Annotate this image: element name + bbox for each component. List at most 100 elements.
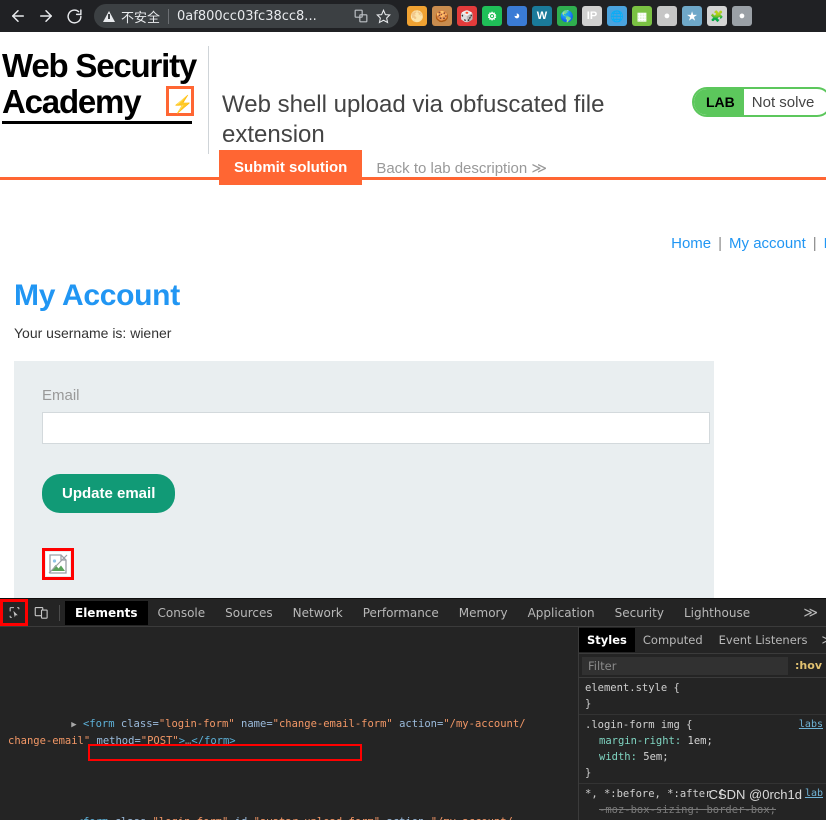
lab-header: Web Security Academy Web shell upload vi…: [0, 32, 826, 185]
style-rule[interactable]: element.style {}: [579, 678, 826, 715]
lab-title: Web shell upload via obfuscated file ext…: [222, 91, 605, 149]
style-source-link[interactable]: labs: [799, 717, 823, 733]
username-line: Your username is: wiener: [14, 325, 172, 341]
back-to-lab-description-link[interactable]: Back to lab description ≫: [376, 159, 547, 177]
extension-wappalyzer[interactable]: W: [532, 6, 552, 26]
extension-gray-shield[interactable]: ●: [657, 6, 677, 26]
lightning-bolt-icon: [166, 86, 194, 123]
email-label: Email: [42, 387, 80, 404]
translate-icon[interactable]: [352, 7, 370, 25]
styles-tab-event-listeners[interactable]: Event Listeners: [711, 628, 816, 652]
site-navigation: Home|My account|L: [667, 235, 826, 252]
extension-puzzle[interactable]: 🧩: [707, 6, 727, 26]
style-property-value: 1em;: [687, 735, 713, 747]
devtools-tab-memory[interactable]: Memory: [449, 601, 518, 625]
extension-star-box[interactable]: ★: [682, 6, 702, 26]
nav-link-home[interactable]: Home: [667, 235, 715, 252]
web-security-academy-logo[interactable]: Web Security Academy: [2, 48, 198, 124]
nav-separator-1: |: [718, 235, 723, 252]
extension-blue-globe[interactable]: 🌐: [607, 6, 627, 26]
styles-tab-computed[interactable]: Computed: [635, 628, 711, 652]
style-property-name: -moz-box-sizing:: [599, 804, 707, 816]
email-field[interactable]: [42, 412, 710, 444]
style-rule-selector: .login-form img {: [585, 719, 693, 731]
extension-green-gear[interactable]: ⚙: [482, 6, 502, 26]
devtools-tab-list: Elements Console Sources Network Performance…: [65, 600, 795, 625]
forward-arrow-icon[interactable]: [32, 2, 60, 30]
style-rule-selector: *, *:before, *:after {: [585, 788, 725, 800]
devtools-tab-network[interactable]: Network: [283, 601, 353, 625]
styles-filter-input[interactable]: Filter: [582, 656, 789, 675]
style-declaration[interactable]: width: 5em;: [585, 749, 826, 765]
more-tabs-icon[interactable]: ≫: [795, 605, 826, 621]
devtools-tab-elements[interactable]: Elements: [65, 600, 148, 625]
style-property-name: margin-right:: [599, 735, 688, 747]
devtools-toolbar: Elements Console Sources Network Performance…: [0, 599, 826, 627]
star-icon[interactable]: [374, 7, 392, 25]
not-secure-warning-icon: [103, 10, 115, 22]
devtools-tab-sources[interactable]: Sources: [215, 601, 282, 625]
extension-blue-circle[interactable]: ◕: [507, 6, 527, 26]
lab-action-row: Submit solution Back to lab description …: [219, 150, 547, 185]
nav-link-my-account[interactable]: My account: [725, 235, 810, 252]
styles-more-tabs-icon[interactable]: ≫: [816, 633, 826, 648]
update-email-button[interactable]: Update email: [42, 474, 176, 513]
extension-cookie[interactable]: 🍪: [432, 6, 452, 26]
header-divider: [208, 46, 209, 154]
reload-icon[interactable]: [60, 2, 88, 30]
style-property-name: width:: [599, 751, 644, 763]
lab-status-badge: LAB Not solve: [692, 87, 826, 117]
devtools-panel: Elements Console Sources Network Performance…: [0, 598, 826, 820]
styles-filter-bar: Filter :hov: [579, 654, 826, 678]
extensions-strip: 🌕 🍪 🎲 ⚙ ◕ W 🌎 IP 🌐 ▦ ● ★ 🧩 ●: [407, 6, 822, 26]
elements-dom-tree[interactable]: <p>Your username is: wiener</p> ▶ <form …: [0, 627, 578, 820]
page-title: My Account: [14, 279, 180, 312]
browser-toolbar: 不安全 0af800cc03fc38cc8... 🌕 🍪 🎲 ⚙ ◕ W 🌎 IP 🌐 ▦ ● ★ 🧩 ●: [0, 0, 826, 32]
extension-person[interactable]: ●: [732, 6, 752, 26]
styles-rules-list: element.style {} .login-form img {labs mar…: [579, 678, 826, 820]
style-property-value: border-box;: [706, 804, 777, 816]
toolbar-separator: [59, 604, 60, 621]
devtools-tab-console[interactable]: Console: [148, 601, 216, 625]
extension-red-dice[interactable]: 🎲: [457, 6, 477, 26]
extension-green-globe[interactable]: 🌎: [557, 6, 577, 26]
style-rule-close: }: [585, 698, 592, 710]
dom-line-avatar-upload-form[interactable]: ▼<form class="login-form" id="avatar-upl…: [0, 798, 578, 820]
styles-tab-styles[interactable]: Styles: [579, 628, 635, 652]
dom-line-change-email-form[interactable]: ▶ <form class="login-form" name="change-…: [0, 700, 578, 766]
style-rule-close: }: [585, 767, 592, 779]
logo-line-1: Web Security: [2, 47, 197, 84]
style-rule[interactable]: *, *:before, *:after {lab -moz-box-sizing…: [579, 784, 826, 820]
devtools-tab-performance[interactable]: Performance: [353, 601, 449, 625]
logo-line-2: Academy: [2, 83, 142, 120]
style-declaration[interactable]: -moz-box-sizing: border-box;: [585, 802, 826, 818]
extension-ip-lookup[interactable]: IP: [582, 6, 602, 26]
devtools-body: <p>Your username is: wiener</p> ▶ <form …: [0, 627, 826, 820]
hover-state-toggle[interactable]: :hov: [791, 659, 826, 672]
avatar-image-highlight: [42, 548, 74, 580]
device-toolbar-icon[interactable]: [28, 601, 54, 625]
styles-pane: StylesComputedEvent Listeners≫ Filter :h…: [578, 627, 826, 820]
broken-image-icon: [46, 552, 70, 576]
styles-tab-list: StylesComputedEvent Listeners≫: [579, 627, 826, 654]
style-source-link[interactable]: lab: [805, 786, 823, 802]
address-bar[interactable]: 不安全 0af800cc03fc38cc8...: [94, 4, 399, 28]
style-rule[interactable]: .login-form img {labs margin-right: 1em; w…: [579, 715, 826, 784]
submit-solution-button[interactable]: Submit solution: [219, 150, 363, 185]
devtools-tab-application[interactable]: Application: [518, 601, 605, 625]
style-declaration[interactable]: margin-right: 1em;: [585, 733, 826, 749]
lab-badge-state: Not solve: [751, 93, 815, 111]
nav-separator-2: |: [812, 235, 817, 252]
inspect-element-icon[interactable]: [0, 599, 28, 626]
url-text: 0af800cc03fc38cc8...: [177, 8, 317, 24]
devtools-tab-lighthouse[interactable]: Lighthouse: [674, 601, 760, 625]
style-rule-selector: element.style {: [585, 682, 680, 694]
extension-orange-moon[interactable]: 🌕: [407, 6, 427, 26]
back-arrow-icon[interactable]: [4, 2, 32, 30]
extension-qr-grid[interactable]: ▦: [632, 6, 652, 26]
omnibox-divider: [168, 8, 170, 24]
devtools-tab-security[interactable]: Security: [605, 601, 674, 625]
nav-link-logout[interactable]: L: [820, 235, 826, 252]
logo-underline: [2, 121, 192, 124]
style-property-value: 5em;: [643, 751, 669, 763]
